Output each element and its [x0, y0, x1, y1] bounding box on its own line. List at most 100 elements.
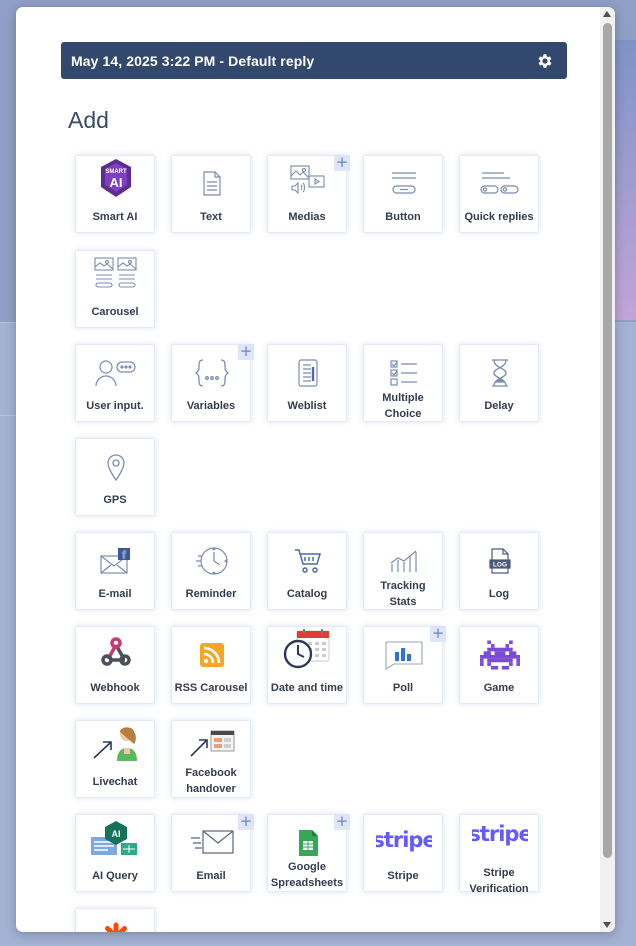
- block-tile-label: Date and time: [270, 682, 344, 694]
- scrollbar[interactable]: [600, 7, 615, 932]
- block-tile-email[interactable]: Email +: [171, 814, 254, 892]
- block-tile-poll[interactable]: Poll +: [363, 626, 446, 704]
- block-tile-label: Stripe Verification: [469, 867, 529, 895]
- tracking-stats-icon: [364, 541, 444, 581]
- block-tile-text[interactable]: Text: [171, 155, 251, 233]
- carousel-icon: [76, 253, 156, 293]
- gear-icon[interactable]: [535, 51, 555, 71]
- block-tile-label: Facebook handover: [185, 767, 237, 795]
- plus-icon[interactable]: +: [334, 155, 350, 171]
- reminder-icon: [172, 541, 252, 581]
- stripe-icon: stripe: [364, 821, 444, 861]
- user-input-icon: [76, 353, 156, 393]
- block-tile-tracking-stats[interactable]: Tracking Stats: [363, 532, 443, 610]
- block-tile-label: RSS Carousel: [174, 682, 248, 694]
- block-tile-quick-replies[interactable]: Quick replies: [459, 155, 539, 233]
- block-tile-catalog[interactable]: Catalog: [267, 532, 347, 610]
- block-tile-label: Carousel: [91, 306, 139, 318]
- block-tile-label: Tracking Stats: [380, 580, 426, 608]
- block-tile-label: User input.: [86, 400, 144, 412]
- quick-replies-icon: [460, 164, 540, 204]
- svg-text:f: f: [122, 550, 126, 562]
- multiple-choice-icon: [364, 353, 444, 393]
- block-tile-label: Button: [385, 211, 421, 223]
- block-tile-label: Webhook: [90, 682, 140, 694]
- block-tile-carousel[interactable]: Carousel: [75, 250, 155, 328]
- rss-carousel-icon: [172, 635, 252, 675]
- block-tile-google-spreadsheets[interactable]: Google Spreadsheets +: [267, 814, 350, 892]
- gps-icon: [76, 447, 156, 487]
- block-tile-variables[interactable]: Variables +: [171, 344, 254, 422]
- catalog-icon: [268, 541, 348, 581]
- block-tile-label: Reminder: [185, 588, 237, 600]
- block-tile-label: Weblist: [287, 400, 327, 412]
- block-tile-label: Stripe: [387, 870, 419, 882]
- block-tile-label: Smart AI: [92, 211, 138, 223]
- text-icon: [172, 164, 252, 204]
- block-tile-medias[interactable]: Medias +: [267, 155, 350, 233]
- plus-icon[interactable]: +: [334, 814, 350, 830]
- button-icon: [364, 164, 444, 204]
- block-tile-ai-query[interactable]: AI AI Query: [75, 814, 155, 892]
- webhook-icon: [76, 631, 156, 671]
- block-tile-facebook-handover[interactable]: Facebook handover: [171, 720, 251, 798]
- block-tile-label: GPS: [103, 494, 127, 506]
- block-tile-stripe[interactable]: stripe Stripe: [363, 814, 443, 892]
- ai-query-icon: AI: [76, 819, 156, 859]
- weblist-icon: [268, 353, 348, 393]
- facebook-handover-icon: [172, 723, 252, 763]
- block-tile-e-mail[interactable]: f E-mail: [75, 532, 155, 610]
- scroll-down-arrow[interactable]: [603, 922, 611, 928]
- stripe-verification-icon: stripe: [460, 815, 540, 855]
- block-tile-label: E-mail: [98, 588, 132, 600]
- block-tile-label: AI Query: [92, 870, 138, 882]
- block-tile-webhook[interactable]: Webhook: [75, 626, 155, 704]
- scroll-thumb[interactable]: [603, 23, 612, 858]
- block-tile-livechat[interactable]: Livechat: [75, 720, 155, 798]
- log-icon: LOG: [460, 541, 540, 581]
- block-tile-multiple-choice[interactable]: Multiple Choice: [363, 344, 443, 422]
- block-tile-label: Medias: [288, 211, 326, 223]
- block-tile-label: Delay: [484, 400, 514, 412]
- block-tile-label: Quick replies: [464, 211, 534, 223]
- svg-text:AI: AI: [112, 829, 121, 839]
- block-tile-user-input[interactable]: User input.: [75, 344, 155, 422]
- block-tile-label: Catalog: [286, 588, 328, 600]
- block-tile-label: Email: [196, 870, 226, 882]
- block-tile-delay[interactable]: Delay: [459, 344, 539, 422]
- add-section-title: Add: [68, 107, 109, 133]
- block-tile-log[interactable]: LOG Log: [459, 532, 539, 610]
- block-tile-reminder[interactable]: Reminder: [171, 532, 251, 610]
- block-tile-gps[interactable]: GPS: [75, 438, 155, 516]
- block-tile-smart-ai[interactable]: SMART AI Smart AI: [75, 155, 155, 233]
- svg-text:stripe: stripe: [472, 822, 528, 846]
- delay-icon: [460, 353, 540, 393]
- block-tile-zapier[interactable]: [75, 908, 155, 932]
- smart-ai-icon: SMART AI: [76, 158, 156, 198]
- svg-text:AI: AI: [110, 175, 123, 190]
- block-tile-label: Google Spreadsheets: [270, 861, 344, 889]
- block-tile-label: Poll: [392, 682, 414, 694]
- game-icon: [460, 635, 540, 675]
- plus-icon[interactable]: +: [238, 344, 254, 360]
- svg-text:LOG: LOG: [493, 562, 507, 569]
- block-tile-label: Livechat: [92, 776, 138, 788]
- block-tile-label: Variables: [186, 400, 236, 412]
- block-tile-label: Log: [488, 588, 510, 600]
- block-tile-button[interactable]: Button: [363, 155, 443, 233]
- date-and-time-icon: [268, 629, 348, 669]
- block-tile-weblist[interactable]: Weblist: [267, 344, 347, 422]
- scroll-up-arrow[interactable]: [603, 11, 611, 17]
- livechat-icon: [76, 723, 156, 763]
- block-tile-date-and-time[interactable]: Date and time: [267, 626, 347, 704]
- zapier-icon: [76, 917, 156, 932]
- block-tile-label: Multiple Choice: [382, 392, 424, 420]
- add-block-modal: May 14, 2025 3:22 PM - Default reply Add…: [16, 7, 615, 932]
- header-title: May 14, 2025 3:22 PM - Default reply: [71, 52, 315, 69]
- plus-icon[interactable]: +: [430, 626, 446, 642]
- plus-icon[interactable]: +: [238, 814, 254, 830]
- block-tile-stripe-verification[interactable]: stripe Stripe Verification: [459, 814, 540, 895]
- block-tile-rss-carousel[interactable]: RSS Carousel: [171, 626, 251, 704]
- svg-text:stripe: stripe: [376, 828, 432, 852]
- block-tile-game[interactable]: Game: [459, 626, 539, 704]
